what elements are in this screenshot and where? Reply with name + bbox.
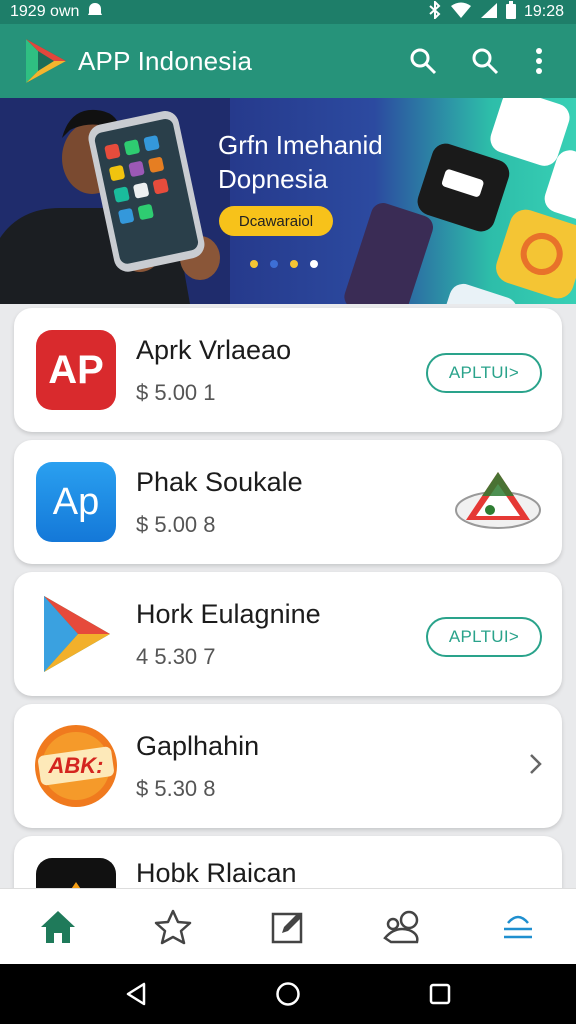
nav-edit[interactable]	[258, 897, 318, 957]
nav-social[interactable]	[373, 897, 433, 957]
play-store-icon	[36, 594, 116, 674]
search-button-secondary[interactable]	[460, 36, 510, 86]
app-name: Gaplhahin	[136, 730, 260, 761]
carousel-dot[interactable]	[290, 260, 298, 268]
home-button[interactable]	[268, 974, 308, 1014]
nav-favorites[interactable]	[143, 897, 203, 957]
promo-banner[interactable]: Grfn Imehanid Dopnesia Dcawaraiol	[0, 98, 576, 304]
app-icon-label: ABK:	[48, 753, 104, 778]
status-time-left: 1929 own	[10, 3, 80, 20]
carousel-dot-active[interactable]	[310, 260, 318, 268]
carousel-dots	[250, 260, 318, 268]
app-list-item[interactable]: Ap Phak Soukale $ 5.00 8	[14, 440, 562, 564]
app-bar: APP Indonesia	[0, 24, 576, 98]
app-name: Hobk Rlaican	[136, 858, 297, 888]
chevron-right-icon[interactable]	[528, 752, 544, 781]
status-bar: 1929 own 19:28	[0, 0, 576, 24]
bottom-navigation	[0, 888, 576, 964]
signal-icon	[480, 2, 498, 23]
star-icon	[154, 909, 192, 944]
wifi-icon	[450, 2, 472, 23]
app-icon-label: AP	[48, 347, 104, 392]
app-list: AP Aprk Vrlaeao $ 5.00 1 APLTUI> Ap Phak…	[14, 308, 562, 968]
app-action-button[interactable]: APLTUI>	[426, 353, 542, 393]
app-title: APP Indonesia	[78, 45, 253, 76]
back-button[interactable]	[116, 974, 156, 1014]
app-icon: ABK:	[35, 725, 117, 807]
recents-button[interactable]	[420, 974, 460, 1014]
recents-square-icon	[429, 983, 451, 1005]
edit-icon	[271, 912, 303, 943]
app-action-button[interactable]: APLTUI>	[426, 617, 542, 657]
notification-icon	[87, 2, 103, 23]
nav-profile[interactable]	[488, 897, 548, 957]
app-list-item[interactable]: AP Aprk Vrlaeao $ 5.00 1 APLTUI>	[14, 308, 562, 432]
cloud-triangle-icon[interactable]	[452, 466, 544, 537]
search-icon	[472, 48, 499, 75]
nav-home[interactable]	[28, 897, 88, 957]
app-list-item[interactable]: ABK: Gaplhahin $ 5.30 8	[14, 704, 562, 828]
system-navigation-bar	[0, 964, 576, 1024]
carousel-dot[interactable]	[250, 260, 258, 268]
carousel-dot[interactable]	[270, 260, 278, 268]
banner-cta-button[interactable]: Dcawaraiol	[219, 206, 333, 236]
banner-person-with-phone-image	[0, 98, 230, 304]
app-icon: AP	[36, 330, 116, 410]
more-menu-button[interactable]	[522, 36, 556, 86]
battery-icon	[505, 0, 516, 24]
people-icon	[383, 910, 419, 943]
more-vertical-icon	[536, 48, 542, 74]
app-icon: Ap	[36, 462, 116, 542]
app-icon-label: Ap	[52, 480, 100, 523]
app-price: $ 5.30 8	[136, 775, 216, 801]
app-logo-icon	[24, 37, 68, 85]
bluetooth-icon	[428, 0, 442, 24]
status-time-right: 19:28	[523, 3, 564, 20]
banner-app-tiles-image	[344, 98, 576, 304]
screen: 1929 own 19:28 APP Indonesia Grfn Imehan…	[0, 0, 576, 1024]
search-button[interactable]	[398, 36, 448, 86]
back-triangle-icon	[126, 982, 146, 1006]
home-icon	[40, 910, 75, 943]
profile-icon	[504, 915, 533, 938]
app-list-item[interactable]: Hork Eulagnine 4 5.30 7 APLTUI>	[14, 572, 562, 696]
search-icon	[410, 48, 437, 75]
home-circle-icon	[276, 982, 300, 1006]
